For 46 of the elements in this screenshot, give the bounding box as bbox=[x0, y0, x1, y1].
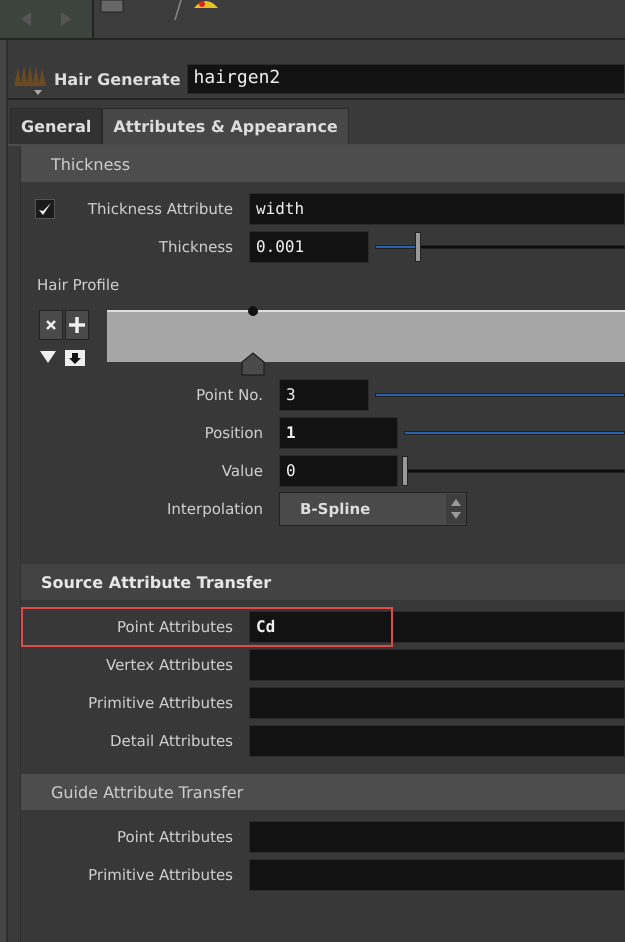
number-field[interactable]: 3 bbox=[279, 379, 369, 411]
ramp-point-icon[interactable] bbox=[247, 305, 259, 317]
field-label: Primitive Attributes bbox=[87, 694, 234, 712]
node-name-field[interactable]: hairgen2 bbox=[186, 64, 625, 94]
node-type-label: Hair Generate bbox=[54, 70, 181, 88]
section-header[interactable]: Thickness bbox=[21, 146, 625, 182]
field-label: Primitive Attributes bbox=[87, 866, 234, 884]
field-label: Vertex Attributes bbox=[104, 656, 234, 674]
text-field[interactable] bbox=[249, 649, 625, 681]
dropdown[interactable]: B-Spline bbox=[279, 492, 467, 526]
triangle-down-icon[interactable] bbox=[39, 350, 57, 364]
field-label: Point No. bbox=[195, 386, 264, 404]
close-icon bbox=[45, 319, 57, 331]
number-field[interactable]: 0 bbox=[279, 455, 398, 487]
slider-handle[interactable] bbox=[415, 232, 422, 262]
plus-icon bbox=[68, 316, 86, 334]
path-separator-icon bbox=[174, 0, 182, 20]
field-label: Interpolation bbox=[166, 500, 264, 518]
field-label: Thickness bbox=[158, 238, 234, 256]
field-label: Value bbox=[220, 462, 264, 480]
tab[interactable]: General bbox=[10, 108, 102, 144]
text-field[interactable]: Cd bbox=[249, 611, 625, 643]
section-label: Hair Profile bbox=[36, 275, 120, 296]
text-field[interactable] bbox=[249, 687, 625, 719]
field-label: Thickness Attribute bbox=[86, 200, 234, 218]
up-down-arrows-icon bbox=[446, 494, 466, 524]
delete-button[interactable] bbox=[39, 310, 63, 340]
tab[interactable]: Attributes & Appearance bbox=[102, 108, 349, 144]
field-label: Position bbox=[204, 424, 264, 442]
text-field[interactable]: width bbox=[249, 193, 625, 225]
number-field[interactable]: 0.001 bbox=[249, 231, 369, 263]
field-label: Point Attributes bbox=[116, 618, 234, 636]
field-label: Point Attributes bbox=[116, 828, 234, 846]
number-field[interactable]: 1 bbox=[279, 417, 398, 449]
checkbox[interactable] bbox=[35, 199, 55, 219]
add-button[interactable] bbox=[65, 310, 89, 340]
section-header[interactable]: Source Attribute Transfer bbox=[21, 564, 625, 600]
network-icon[interactable] bbox=[100, 0, 124, 14]
field-label: Detail Attributes bbox=[108, 732, 234, 750]
slider-handle[interactable] bbox=[402, 456, 408, 486]
section-header[interactable]: Guide Attribute Transfer bbox=[21, 774, 625, 810]
text-field[interactable] bbox=[249, 859, 625, 891]
ramp-key-marker-icon[interactable] bbox=[241, 352, 265, 376]
text-field[interactable] bbox=[249, 821, 625, 853]
download-icon[interactable] bbox=[65, 350, 85, 366]
text-field[interactable] bbox=[249, 725, 625, 757]
